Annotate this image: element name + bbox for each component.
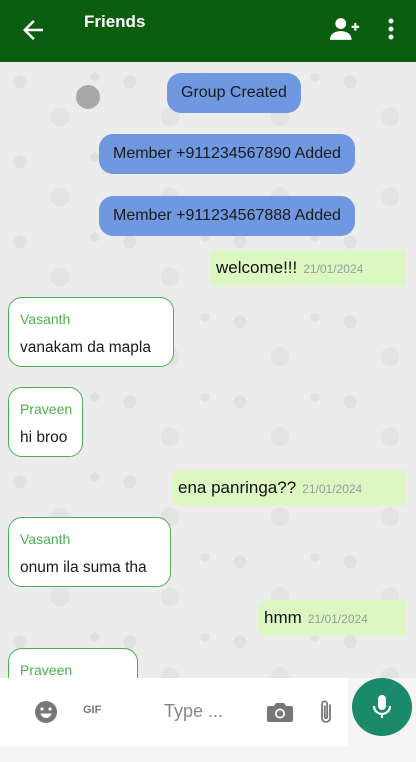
emoji-icon[interactable] xyxy=(34,700,58,724)
outgoing-message[interactable]: welcome!!! 21/01/2024 xyxy=(210,250,406,286)
incoming-message[interactable]: Vasanth vanakam da mapla xyxy=(8,297,174,367)
chat-title: Friends xyxy=(84,12,146,31)
message-text: ena panringa?? xyxy=(178,478,297,497)
message-text: welcome!!! xyxy=(216,258,298,277)
incoming-message[interactable]: Praveen xyxy=(8,648,138,678)
status-dot xyxy=(76,85,100,109)
sender-name: Praveen xyxy=(20,401,73,417)
arrow-left-icon[interactable] xyxy=(18,15,48,45)
attachment-icon[interactable] xyxy=(316,698,336,726)
app-bar: Friends xyxy=(0,0,416,62)
system-message: Group Created xyxy=(167,73,301,113)
system-message-text: Group Created xyxy=(181,84,287,101)
message-input-placeholder[interactable]: Type ... xyxy=(164,701,223,722)
message-time: 21/01/2024 xyxy=(302,482,363,496)
system-message-text: Member +911234567890 Added xyxy=(113,145,341,162)
gif-button[interactable]: GIF xyxy=(83,704,101,716)
message-text: hi broo xyxy=(20,429,68,446)
message-time: 21/01/2024 xyxy=(303,262,364,276)
message-text: hmm xyxy=(264,608,302,627)
system-message: Member +911234567888 Added xyxy=(99,196,355,236)
outgoing-message[interactable]: hmm 21/01/2024 xyxy=(258,600,406,636)
mic-icon xyxy=(372,695,392,718)
system-message-text: Member +911234567888 Added xyxy=(113,207,341,224)
message-text: onum ila suma tha xyxy=(20,559,147,576)
incoming-message[interactable]: Vasanth onum ila suma tha xyxy=(8,517,171,587)
sender-name: Vasanth xyxy=(20,311,71,327)
sender-name: Praveen xyxy=(20,662,73,678)
sender-name: Vasanth xyxy=(20,531,71,547)
incoming-message[interactable]: Praveen hi broo xyxy=(8,387,83,457)
message-input-bar: GIF Type ... xyxy=(0,678,416,762)
camera-icon[interactable] xyxy=(266,700,294,724)
mic-button[interactable] xyxy=(352,678,412,736)
message-input-field[interactable]: GIF Type ... xyxy=(0,678,348,746)
outgoing-message[interactable]: ena panringa?? 21/01/2024 xyxy=(172,470,406,506)
message-time: 21/01/2024 xyxy=(307,612,368,626)
person-add-icon[interactable] xyxy=(328,16,360,42)
system-message: Member +911234567890 Added xyxy=(99,134,355,174)
message-text: vanakam da mapla xyxy=(20,339,151,356)
more-vert-icon[interactable] xyxy=(380,16,402,42)
chat-area[interactable]: Group Created Member +911234567890 Added… xyxy=(0,62,416,678)
